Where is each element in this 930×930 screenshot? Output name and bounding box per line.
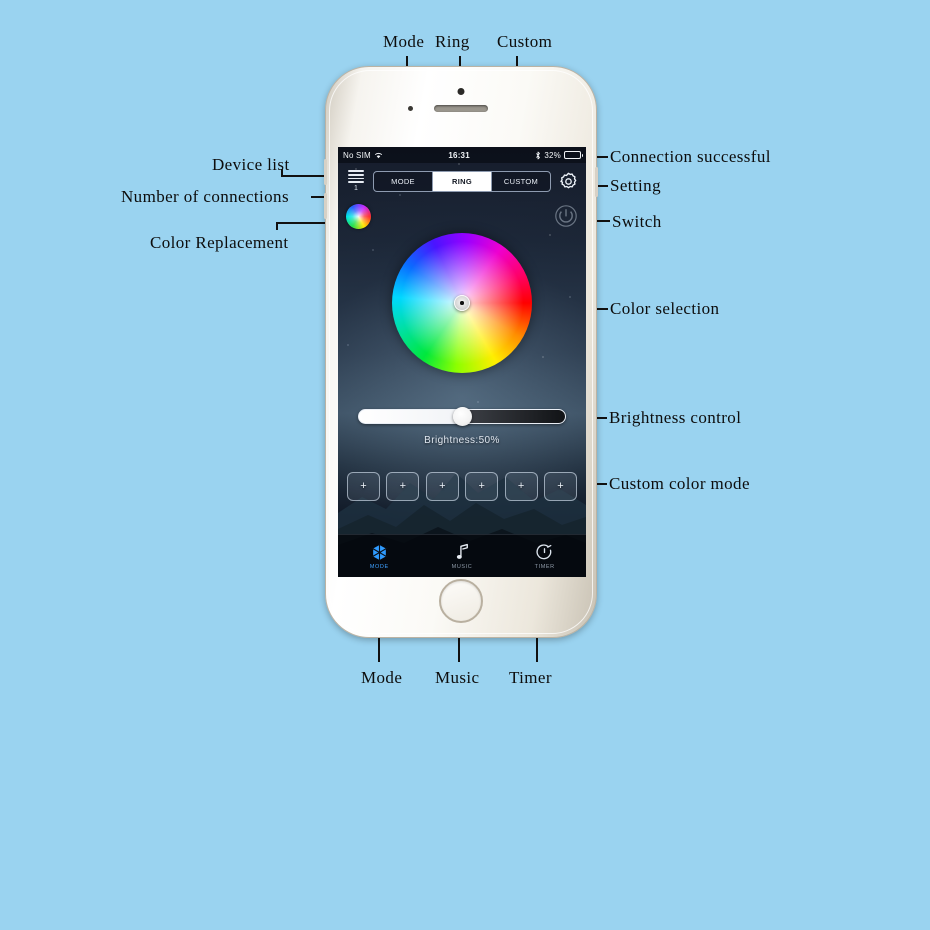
segment-custom[interactable]: CUSTOM [492,172,550,191]
preset-add-icon: + [517,480,525,492]
annotation-connection-successful: Connection successful [610,147,771,166]
segment-mode[interactable]: MODE [374,171,433,191]
annotation-mode-top: Mode [383,32,425,51]
tab-timer-label: TIMER [534,563,555,570]
proximity-sensor-icon [408,106,413,111]
annotation-setting: Setting [610,176,661,195]
preset-slot-1[interactable]: + [347,472,380,501]
tab-music-label: MUSIC [451,563,473,570]
top-control-bar: 1 MODE RING CUSTOM [338,163,586,199]
annotation-switch: Switch [612,212,662,231]
preset-slot-2[interactable]: + [386,472,420,501]
volume-up-button[interactable] [324,159,327,185]
battery-percent-label: 32% [544,150,561,160]
preset-add-icon: + [478,480,485,492]
mode-segmented-control[interactable]: MODE RING CUSTOM [373,170,551,192]
snowflake-icon [371,542,388,562]
home-button[interactable] [439,579,483,623]
status-bar: No SIM 16:31 32% [338,147,586,163]
brightness-slider[interactable] [358,407,566,426]
color-selection-area [338,233,586,373]
annotation-ring-top: Ring [435,32,470,51]
annotation-custom-color-mode: Custom color mode [609,474,750,493]
bottom-tab-bar: MODE MUSIC TIMER [338,534,586,577]
preset-slot-3[interactable]: + [425,472,459,501]
side-button[interactable] [595,167,598,197]
connection-count-badge: 1 [354,184,358,192]
earpiece-speaker [434,105,488,112]
tab-music[interactable]: MUSIC [421,535,504,577]
tab-timer[interactable]: TIMER [503,535,586,577]
annotation-mode-bottom: Mode [361,668,403,687]
music-note-icon [456,543,468,559]
annotation-brightness-control: Brightness control [609,408,742,427]
phone-device: No SIM 16:31 32% 1 MODE RING CUSTOM Brig… [324,66,598,638]
color-replacement-swatch[interactable] [346,203,371,229]
segment-ring[interactable]: RING [433,171,492,191]
preset-slot-4[interactable]: + [465,472,499,501]
annotation-color-selection: Color selection [610,299,720,318]
annotated-screenshot: Mode Ring Custom Device list Number of c… [0,0,930,930]
hamburger-menu-icon [348,170,364,183]
color-wheel-selector[interactable] [454,295,470,311]
annotation-device-list: Device list [212,155,290,174]
annotation-number-connections: Number of connections [121,187,289,206]
front-camera-icon [457,88,465,95]
preset-slot-6[interactable]: + [543,472,577,501]
status-left: No SIM [343,151,383,160]
leader-color-replacement-v [276,222,278,230]
preset-add-icon: + [360,480,367,492]
battery-icon [564,151,583,159]
brightness-slider-knob[interactable] [452,407,472,426]
tab-mode-label: MODE [369,563,389,570]
custom-color-mode-row: + + + + + + [338,472,586,501]
wifi-icon [374,152,382,159]
brightness-label: Brightness:50% [424,435,500,446]
gear-icon [559,172,576,188]
status-right: 32% [535,150,583,160]
color-wheel[interactable] [392,233,532,373]
tab-mode[interactable]: MODE [338,535,421,577]
bluetooth-icon [536,151,541,159]
annotation-color-replacement: Color Replacement [150,233,289,252]
power-switch-icon [555,205,577,227]
secondary-control-row [338,199,586,233]
preset-add-icon: + [557,480,564,492]
timer-clock-icon [536,543,552,559]
settings-button[interactable] [557,172,579,191]
preset-add-icon: + [399,480,407,492]
phone-screen: No SIM 16:31 32% 1 MODE RING CUSTOM Brig… [338,147,586,577]
power-switch-button[interactable] [554,204,578,228]
brightness-control-area: Brightness:50% [338,407,586,446]
preset-slot-5[interactable]: + [504,472,538,501]
leader-device-list-v [281,169,283,176]
carrier-label: No SIM [343,150,371,160]
annotation-music-bottom: Music [435,668,480,687]
status-time: 16:31 [448,150,470,160]
annotation-timer-bottom: Timer [509,668,552,687]
device-list-button[interactable]: 1 [345,170,367,192]
annotation-custom-top: Custom [497,32,553,51]
preset-add-icon: + [439,480,446,492]
volume-down-button[interactable] [324,193,327,219]
